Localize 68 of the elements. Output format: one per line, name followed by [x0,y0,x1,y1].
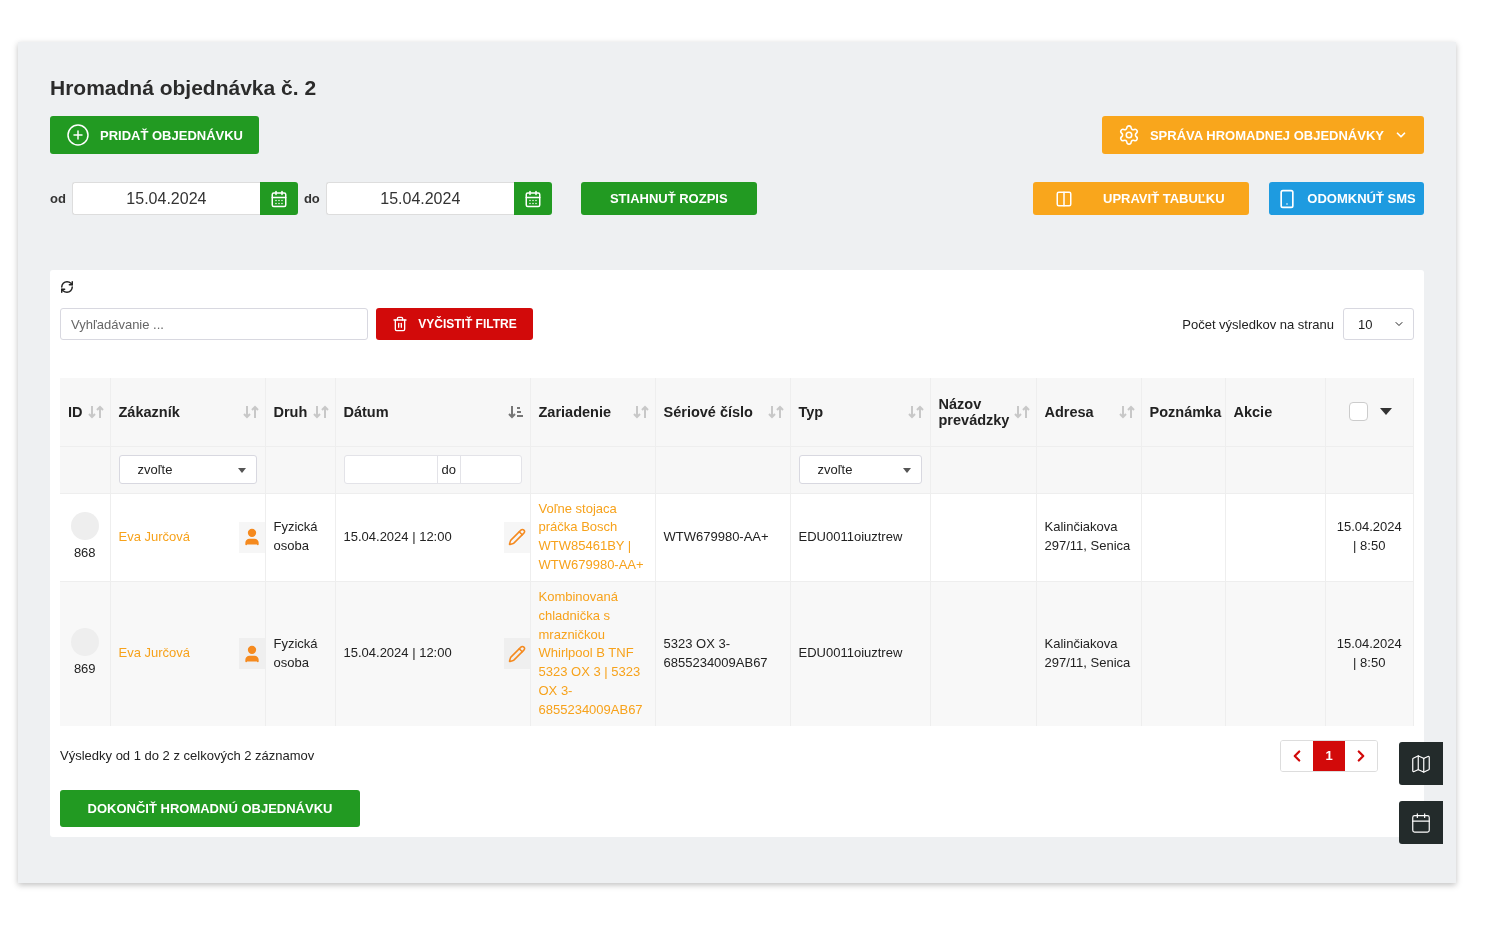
add-order-button[interactable]: PRIDAŤ OBJEDNÁVKU [50,116,259,154]
date-from-field[interactable]: 15.04.2024 [71,182,260,215]
caret-icon [235,465,248,474]
customer-link[interactable]: Eva Jurčová [118,645,191,661]
edit-table-button[interactable]: UPRAVIŤ TABUĽKU [1033,182,1249,215]
column-header: Adresa [1044,403,1094,420]
map-icon [1410,752,1432,775]
date-text: 15.04.2024 | 12:00 [342,527,453,546]
sms-button[interactable]: ODOMKNÚŤ SMS [1269,182,1424,215]
select-all-checkbox[interactable] [1348,402,1368,422]
calendar-icon [1410,811,1432,834]
column-header: Sériové číslo [663,403,753,420]
trash-icon [392,316,409,332]
address-text: Kalinčiakova 297/11, Senica [1044,519,1131,554]
customer-kind-text: Fyzická osoba [273,636,318,670]
column-header: Akcie [1233,403,1273,420]
date-from-label: od [50,191,66,206]
column-header: Dátum [343,403,389,420]
calendar-button[interactable] [259,182,298,215]
sort-icon[interactable] [507,403,524,420]
created-text: 15.04.2024 | 8:50 [1336,636,1402,670]
settings-icon [1117,124,1140,146]
download-button[interactable]: STIAHNUŤ ROZPIS [580,182,757,215]
columns-icon [1055,189,1073,208]
calendar-icon [269,189,288,208]
serial-text: 5323 OX 3-6855234009AB67 [663,636,768,670]
type-text: EDU0011oiuztrew [798,645,903,661]
finish-order-button[interactable]: DOKONČIŤ HROMADNÚ OBJEDNÁVKU [60,789,360,827]
calendar-button[interactable] [513,182,552,215]
results-summary: Výsledky od 1 do 2 z celkových 2 záznamov [60,748,315,764]
date-to-field[interactable]: 15.04.2024 [325,182,514,215]
pencil-icon[interactable] [507,528,526,547]
date-to-label: do [303,191,320,206]
filter-select[interactable]: zvoľte [118,455,257,484]
page-size-select[interactable]: 10 [1343,308,1414,340]
plus-icon [66,123,90,147]
customer-link[interactable]: Eva Jurčová [118,528,191,544]
calendar-icon [523,189,542,208]
date-text: 15.04.2024 | 12:00 [342,644,453,663]
page-title: Hromadná objednávka č. 2 [50,76,318,100]
map-search-button[interactable] [1399,742,1443,785]
column-header: Názov prevádzky [938,395,1010,428]
column-header: ID [68,403,83,420]
device-link[interactable]: Voľne stojaca práčka Bosch WTW85461BY | WTW679980-AA+ [538,499,647,575]
page-size-label: Počet výsledkov na stranu [1182,316,1334,332]
column-header: Zariadenie [538,403,612,420]
pencil-icon[interactable] [507,644,526,663]
address-text: Kalinčiakova 297/11, Senica [1044,636,1131,670]
type-text: EDU0011oiuztrew [798,528,903,544]
caret-icon [900,465,913,474]
column-header: Druh [273,403,308,420]
customer-kind-text: Fyzická osoba [273,519,318,554]
id-text: 868 [73,544,96,560]
page-button[interactable]: 1 [1313,740,1345,771]
serial-text: WTW679980-AA+ [663,528,769,544]
column-header: Typ [798,403,824,420]
caret-icon[interactable] [1379,407,1392,416]
id-text: 869 [73,661,96,677]
search-field[interactable]: Vyhľadávanie ... [60,308,368,340]
calendar-side-button[interactable] [1399,801,1443,844]
manage-dropdown-button[interactable]: SPRÁVA HROMADNEJ OBJEDNÁVKY [1101,116,1424,154]
column-header: Zákazník [118,403,180,420]
filter-select[interactable]: zvoľte [798,455,922,484]
clear-filters-button[interactable]: VYČISTIŤ FILTRE [376,308,533,340]
column-header: Poznámka [1149,403,1222,420]
date-range-field[interactable]: do [343,455,522,484]
refresh-icon[interactable] [60,280,74,294]
created-text: 15.04.2024 | 8:50 [1336,519,1402,554]
